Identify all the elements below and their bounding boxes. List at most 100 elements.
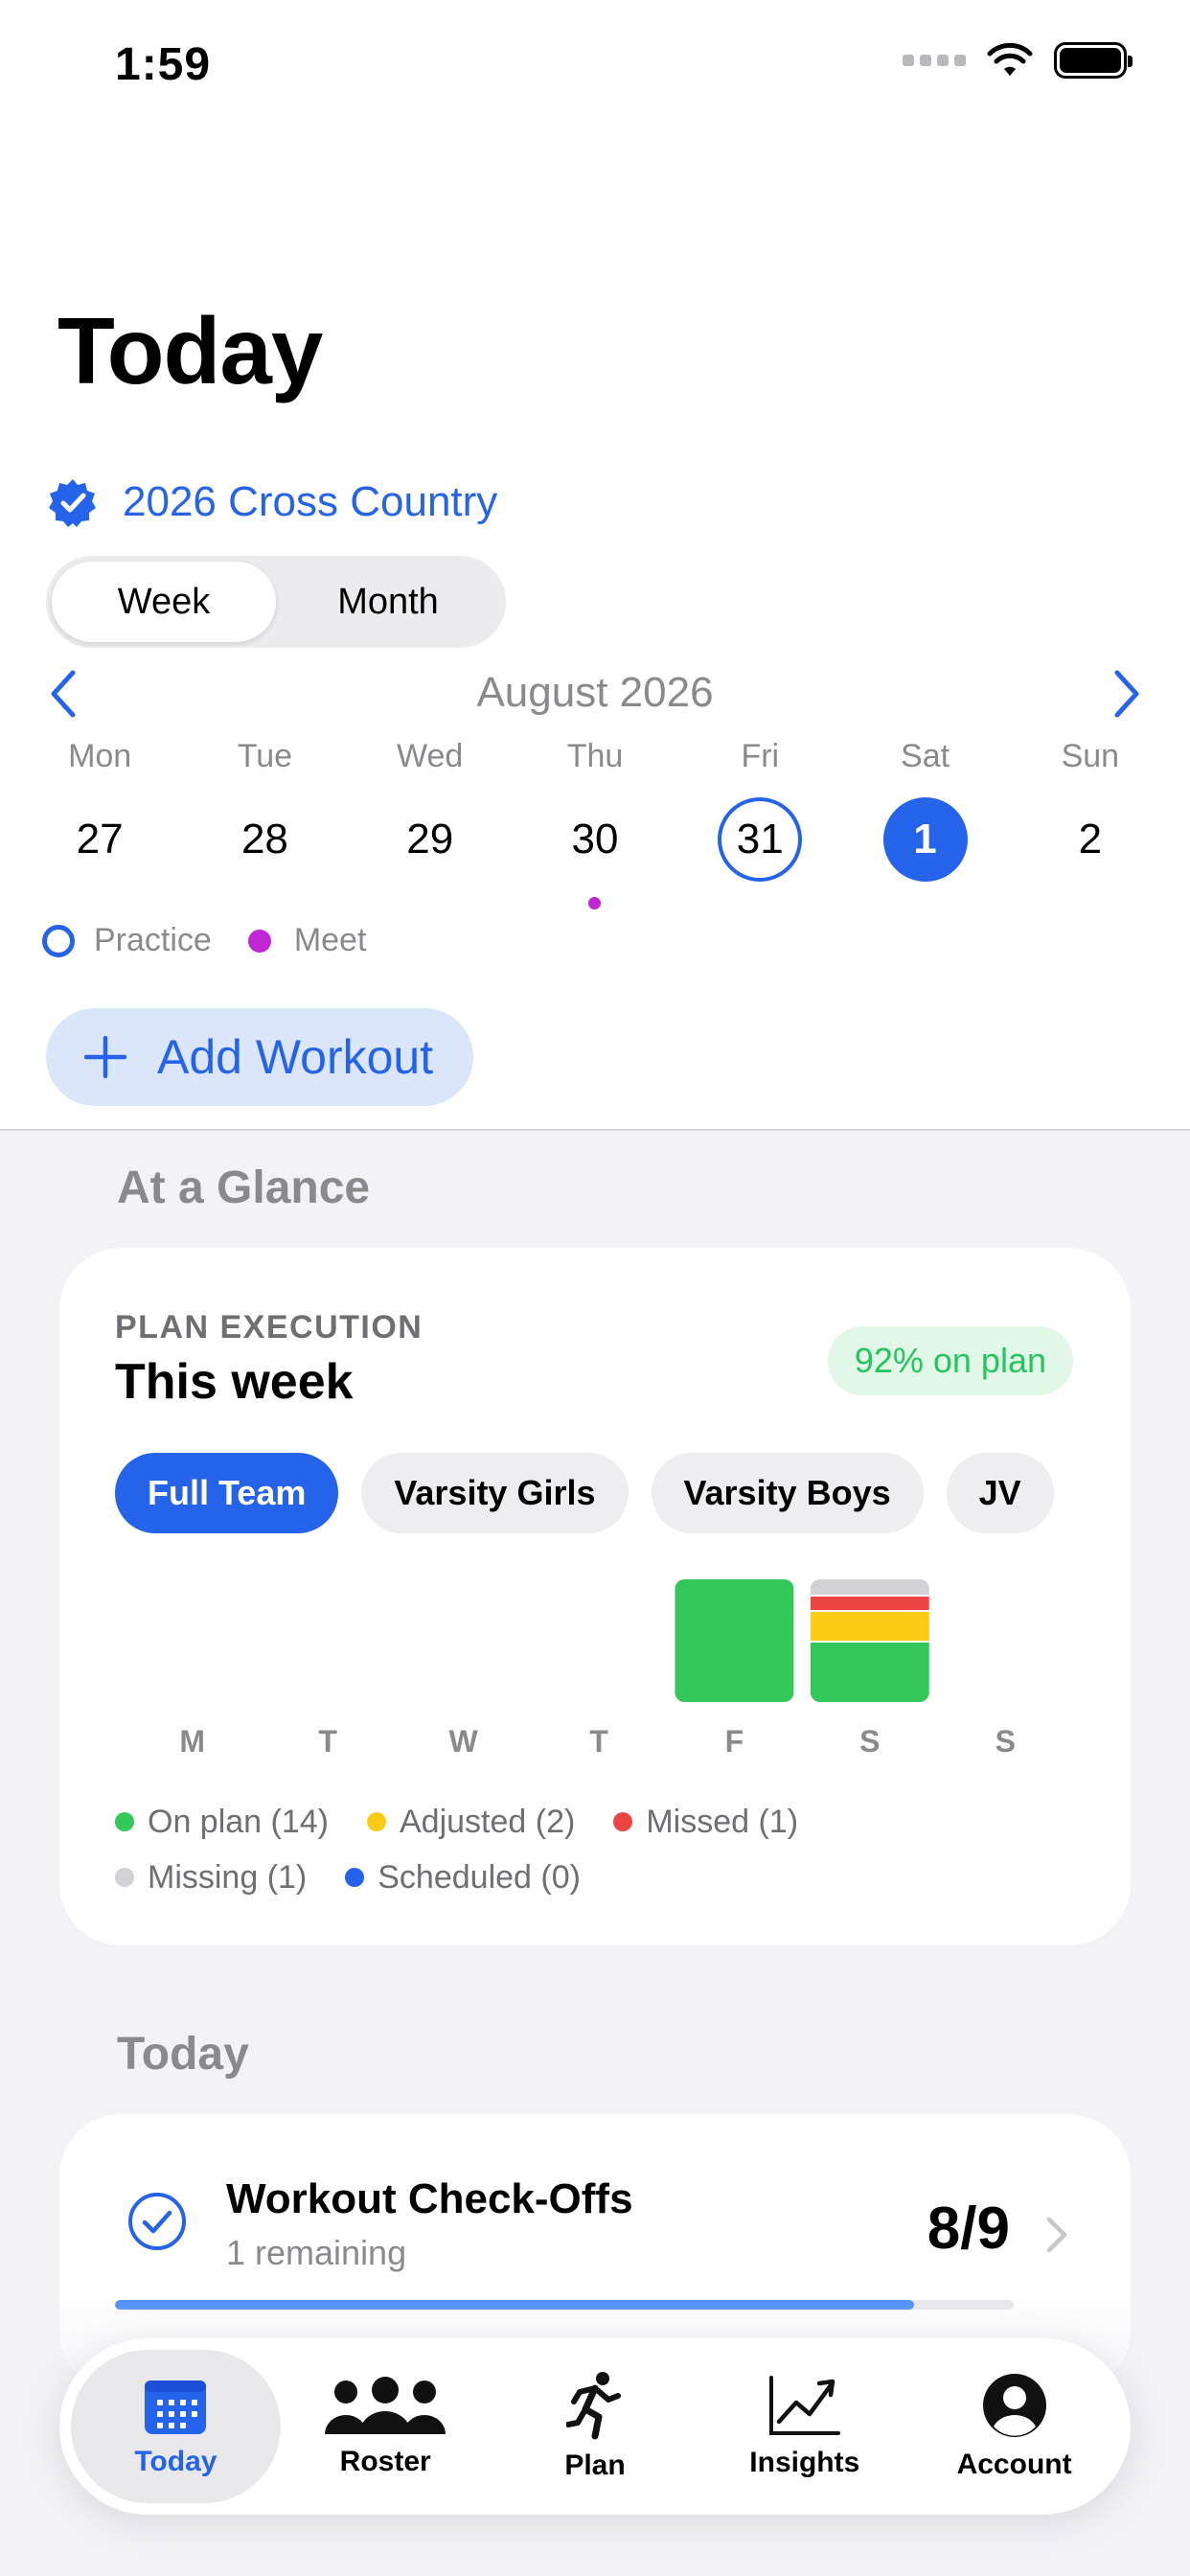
- x-tick-label: M: [179, 1724, 205, 1759]
- legend-meet: Meet: [293, 922, 367, 958]
- bar-segment-adjusted: [810, 1610, 929, 1641]
- legend-practice: Practice: [94, 922, 212, 958]
- tab-today[interactable]: Today: [71, 2350, 281, 2503]
- add-workout-button[interactable]: Add Workout: [46, 1008, 473, 1106]
- bar-stack: [810, 1579, 929, 1702]
- checkoffs-subtitle: 1 remaining: [226, 2233, 407, 2272]
- tab-label: Roster: [339, 2446, 431, 2477]
- season-selector[interactable]: 2026 Cross Country: [48, 477, 497, 527]
- chip-full-team[interactable]: Full Team: [115, 1453, 339, 1533]
- section-title-today: Today: [117, 2029, 249, 2080]
- people-icon: [325, 2377, 446, 2434]
- day-of-week: Wed: [397, 738, 464, 774]
- day-of-week: Mon: [68, 738, 132, 774]
- bar-segment-on-plan: [675, 1579, 794, 1702]
- card-title: This week: [115, 1354, 354, 1410]
- calendar-legend: Practice Meet: [42, 922, 366, 959]
- day-of-week: Thu: [566, 738, 624, 774]
- day-number: 28: [240, 816, 288, 862]
- day-of-week: Fri: [741, 738, 780, 774]
- x-tick-label: F: [725, 1724, 744, 1759]
- chevron-right-icon[interactable]: [1106, 667, 1148, 721]
- tab-label: Account: [956, 2449, 1072, 2480]
- checkoffs-count: 8/9: [927, 2196, 1010, 2262]
- add-workout-label: Add Workout: [157, 1030, 434, 1084]
- plan-execution-card: PLAN EXECUTION This week 92% on plan Ful…: [59, 1248, 1131, 1945]
- chip-varsity-girls[interactable]: Varsity Girls: [361, 1453, 629, 1533]
- meet-dot-icon: [247, 929, 271, 953]
- status-time: 1:59: [115, 39, 212, 90]
- plus-icon: [84, 1036, 126, 1078]
- tab-account[interactable]: Account: [909, 2350, 1119, 2503]
- legend-item: Missed (1): [613, 1804, 798, 1841]
- checkoffs-title: Workout Check-Offs: [226, 2175, 633, 2222]
- day-of-week: Tue: [237, 738, 293, 774]
- day-cell[interactable]: Wed 29: [348, 738, 513, 909]
- day-cell[interactable]: Tue 28: [182, 738, 347, 909]
- day-number: 29: [406, 816, 454, 862]
- day-cell[interactable]: Mon 27: [17, 738, 182, 909]
- card-eyebrow: PLAN EXECUTION: [115, 1309, 423, 1346]
- chart-line-icon: [768, 2376, 840, 2435]
- legend-item: Scheduled (0): [345, 1859, 581, 1897]
- bar-segment-missing: [810, 1579, 929, 1595]
- cellular-signal-icon: [903, 55, 966, 66]
- meet-dot: [588, 897, 602, 909]
- toggle-week[interactable]: Week: [52, 562, 276, 642]
- season-label: 2026 Cross Country: [123, 478, 498, 525]
- day-number-today: 31: [718, 797, 803, 882]
- battery-icon: [1054, 42, 1133, 79]
- tab-label: Today: [134, 2446, 217, 2477]
- tab-label: Plan: [564, 2450, 626, 2481]
- day-number: 30: [571, 816, 619, 862]
- legend-label: Missed (1): [646, 1803, 799, 1840]
- legend-label: Adjusted (2): [400, 1803, 576, 1840]
- calendar-month: August 2026: [476, 669, 714, 716]
- week-strip: Mon 27 Tue 28 Wed 29 Thu 30 Fri 31 Sat 1…: [17, 738, 1173, 909]
- legend-dot: [115, 1812, 134, 1831]
- legend-label: Missing (1): [148, 1858, 308, 1896]
- tab-insights[interactable]: Insights: [699, 2350, 909, 2503]
- person-circle-icon: [982, 2374, 1046, 2437]
- group-filter: Full Team Varsity Girls Varsity Boys JV: [115, 1453, 1054, 1533]
- tab-roster[interactable]: Roster: [281, 2350, 491, 2503]
- x-tick-label: T: [589, 1724, 608, 1759]
- chip-jv[interactable]: JV: [946, 1453, 1054, 1533]
- toggle-month[interactable]: Month: [276, 562, 500, 642]
- bar-segment-missed: [810, 1595, 929, 1610]
- practice-ring-icon: [42, 924, 75, 957]
- day-cell[interactable]: Fri 31: [677, 738, 842, 909]
- status-icons: [903, 42, 1133, 79]
- day-cell[interactable]: Sun 2: [1008, 738, 1173, 909]
- legend-label: On plan (14): [148, 1803, 329, 1840]
- runner-icon: [565, 2372, 621, 2440]
- page-title: Today: [57, 298, 323, 403]
- x-tick-label: S: [995, 1724, 1016, 1759]
- verified-badge-icon: [49, 479, 96, 527]
- chevron-right-icon: [1046, 2217, 1067, 2253]
- plan-execution-chart: MTWTFSS: [179, 1579, 1016, 1759]
- legend-dot: [345, 1868, 365, 1887]
- x-tick-label: W: [448, 1724, 478, 1759]
- legend-item: Adjusted (2): [367, 1804, 575, 1841]
- tab-bar: Today Roster Plan Insights Account: [59, 2338, 1131, 2515]
- tab-plan[interactable]: Plan: [491, 2350, 700, 2503]
- day-cell[interactable]: Thu 30: [513, 738, 677, 909]
- tab-label: Insights: [749, 2447, 860, 2478]
- chart-legend: On plan (14) Adjusted (2) Missed (1) Mis…: [115, 1794, 1073, 1905]
- checkmark-circle-icon: [128, 2193, 186, 2250]
- legend-dot: [115, 1868, 134, 1887]
- x-tick-label: T: [318, 1724, 337, 1759]
- day-number-selected: 1: [882, 797, 968, 882]
- calendar-nav: August 2026: [0, 661, 1190, 728]
- wifi-icon: [987, 43, 1033, 76]
- bar-segment-on-plan: [810, 1641, 929, 1702]
- legend-dot: [613, 1812, 633, 1831]
- legend-dot: [367, 1812, 386, 1831]
- day-cell[interactable]: Sat 1: [842, 738, 1007, 909]
- section-title-glance: At a Glance: [117, 1162, 371, 1213]
- chip-varsity-boys[interactable]: Varsity Boys: [651, 1453, 924, 1533]
- day-of-week: Sat: [901, 738, 950, 774]
- on-plan-badge: 92% on plan: [827, 1326, 1073, 1395]
- view-toggle: Week Month: [46, 556, 506, 648]
